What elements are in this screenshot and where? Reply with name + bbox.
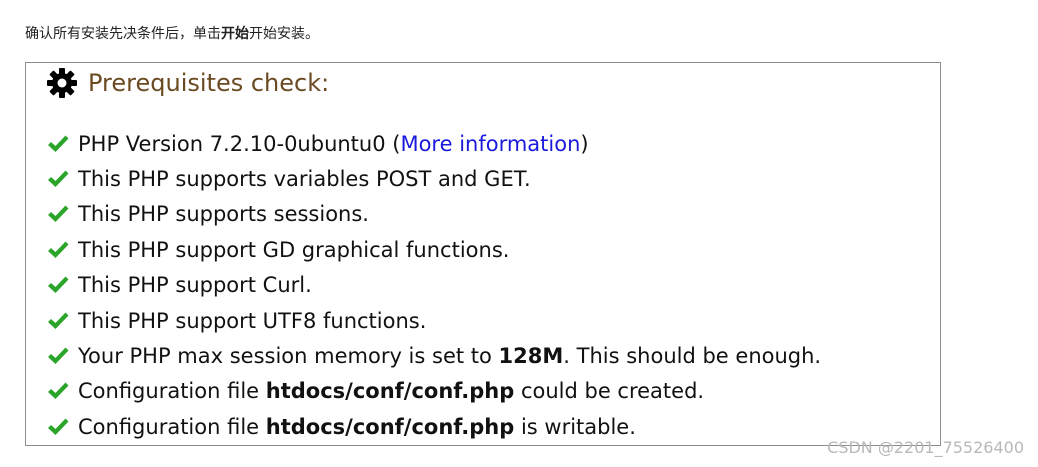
checkmark-icon [48,205,69,223]
check-item-php-version: PHP Version 7.2.10-0ubuntu0 (More inform… [47,126,821,161]
prerequisites-panel: Prerequisites check: PHP Version 7.2.10-… [25,62,941,446]
check-text: This PHP supports variables POST and GET… [78,167,531,192]
check-text: Configuration file htdocs/conf/conf.php … [78,379,704,403]
check-text: This PHP support GD graphical functions. [78,237,510,262]
checkmark-icon [48,312,69,329]
check-item-post-get: This PHP supports variables POST and GET… [47,161,821,196]
intro-after: 开始安装。 [249,26,319,42]
check-item-session-memory: Your PHP max session memory is set to 12… [47,338,821,373]
intro-before: 确认所有安装先决条件后，单击 [25,26,221,42]
checkmark-icon [48,382,69,400]
check-text: This PHP supports sessions. [78,202,369,227]
check-text-bold: 128M [498,344,564,369]
check-text: This PHP support Curl. [78,273,312,298]
check-text-pre: PHP Version 7.2.10-0ubuntu0 ( [78,131,401,156]
check-item-utf8: This PHP support UTF8 functions. [47,303,821,338]
watermark: CSDN @2201_75526400 [827,438,1024,457]
check-text-bold: htdocs/conf/conf.php [265,414,515,439]
check-text: Configuration file htdocs/conf/conf.php … [78,415,636,439]
check-item-gd: This PHP support GD graphical functions. [47,232,821,267]
check-text-post: ) [580,131,589,156]
checkmark-icon [48,241,69,258]
checks-list: PHP Version 7.2.10-0ubuntu0 (More inform… [47,126,821,445]
intro-bold-start: 开始 [221,26,249,42]
checkmark-icon [48,347,69,365]
check-text-post: . This should be enough. [563,344,822,369]
intro-text: 确认所有安装先决条件后，单击开始开始安装。 [25,24,319,44]
checkmark-icon [48,276,69,294]
checkmark-icon [48,135,69,152]
checkmark-icon [48,418,69,435]
check-text-post: could be created. [514,379,705,404]
checkmark-icon [48,170,69,188]
check-text: PHP Version 7.2.10-0ubuntu0 (More inform… [78,132,589,156]
check-text-pre: Your PHP max session memory is set to [78,344,499,369]
check-item-config-writable: Configuration file htdocs/conf/conf.php … [47,409,821,444]
gear-icon [47,68,77,98]
check-text-pre: Configuration file [78,379,266,404]
check-text-pre: Configuration file [78,414,266,439]
check-text-bold: htdocs/conf/conf.php [265,379,515,404]
more-information-link[interactable]: More information [400,132,580,156]
panel-header: Prerequisites check: [46,65,329,101]
check-text: This PHP support UTF8 functions. [78,308,427,333]
check-text-post: is writable. [514,414,636,439]
check-item-sessions: This PHP supports sessions. [47,197,821,232]
check-text: Your PHP max session memory is set to 12… [78,344,821,368]
check-item-curl: This PHP support Curl. [47,268,821,303]
panel-title: Prerequisites check: [88,69,330,97]
check-item-config-created: Configuration file htdocs/conf/conf.php … [47,374,821,409]
